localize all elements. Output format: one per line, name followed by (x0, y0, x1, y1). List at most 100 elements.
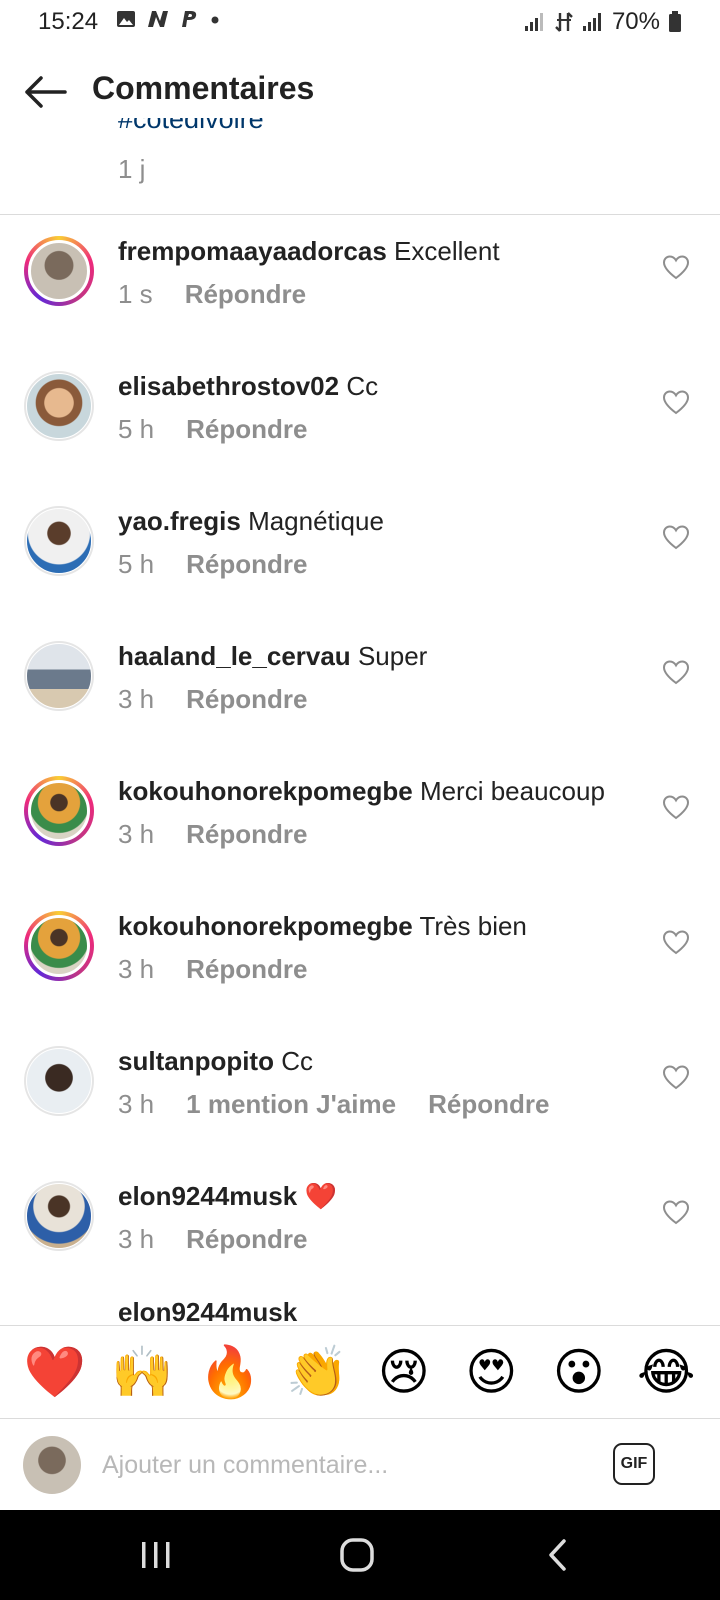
arrow-left-icon (25, 76, 67, 108)
back-nav-button[interactable] (528, 1532, 588, 1578)
comment-username[interactable]: kokouhonorekpomegbe (118, 911, 413, 941)
comment-username[interactable]: sultanpopito (118, 1046, 274, 1076)
comment-username[interactable]: kokouhonorekpomegbe (118, 776, 413, 806)
comment-text: elisabethrostov02 Cc (118, 371, 378, 402)
avatar-wrapper[interactable] (24, 641, 94, 711)
like-heart-icon[interactable] (662, 1064, 690, 1090)
comment-time: 1 s (118, 279, 153, 309)
signal-icon (524, 13, 543, 31)
avatar-wrapper[interactable] (24, 506, 94, 576)
gif-button[interactable]: GIF (613, 1443, 655, 1485)
home-button[interactable] (327, 1532, 387, 1578)
avatar-story-ring[interactable] (24, 776, 94, 846)
likes-count[interactable]: 1 mention J'aime (186, 1089, 396, 1120)
emoji-surprised-button[interactable]: 😮 (549, 1347, 609, 1397)
post-caption: #cotedivoire 1 j (0, 118, 720, 215)
comment-item: kokouhonorekpomegbe Merci beaucoup 3 h R… (0, 754, 720, 889)
comment-username[interactable]: elon9244musk (118, 1181, 297, 1211)
battery-percent: 70% (611, 8, 660, 35)
n-app-icon (148, 11, 168, 27)
avatar (26, 373, 92, 439)
page-title: Commentaires (92, 70, 315, 106)
system-status: 70% (524, 8, 682, 36)
avatar (26, 1048, 92, 1114)
like-heart-icon[interactable] (662, 659, 690, 685)
avatar-wrapper[interactable] (24, 1181, 94, 1251)
comment-meta: 1 s Répondre (118, 279, 306, 310)
comment-time: 3 h (118, 1224, 155, 1254)
comment-text: kokouhonorekpomegbe Merci beaucoup (118, 776, 605, 807)
caption-time: 1 j (118, 154, 146, 184)
comment-username[interactable]: frempomaayaadorcas (118, 236, 387, 266)
comment-time: 5 h (118, 549, 155, 579)
comment-item-partial: elon9244musk (0, 1289, 720, 1324)
caption-hashtag[interactable]: #cotedivoire (118, 118, 264, 135)
reply-button[interactable]: Répondre (186, 1224, 307, 1255)
p-app-icon (182, 11, 197, 27)
reply-button[interactable]: Répondre (186, 819, 307, 850)
avatar-wrapper[interactable] (24, 371, 94, 441)
reply-button[interactable]: Répondre (186, 414, 307, 445)
like-heart-icon[interactable] (662, 254, 690, 280)
comment-meta: 5 h Répondre (118, 549, 308, 580)
comment-text: haaland_le_cervau Super (118, 641, 427, 672)
comment-text: yao.fregis Magnétique (118, 506, 384, 537)
back-button[interactable] (18, 66, 72, 118)
reply-button[interactable]: Répondre (186, 954, 307, 985)
comment-item: frempomaayaadorcas Excellent 1 s Répondr… (0, 214, 720, 349)
like-heart-icon[interactable] (662, 929, 690, 955)
emoji-raising-hands-button[interactable]: 🙌 (111, 1347, 173, 1397)
recent-apps-button[interactable] (126, 1532, 186, 1578)
data-transfer-icon (555, 12, 573, 32)
like-heart-icon[interactable] (662, 389, 690, 415)
avatar-story-ring[interactable] (24, 911, 94, 981)
avatar (28, 240, 90, 302)
emoji-joy-button[interactable]: 😂 (636, 1347, 696, 1397)
avatar (28, 915, 90, 977)
avatar (26, 508, 92, 574)
comment-item: sultanpopito Cc 3 h 1 mention J'aime Rép… (0, 1024, 720, 1159)
comments-list[interactable]: frempomaayaadorcas Excellent 1 s Répondr… (0, 214, 720, 1324)
comment-text: kokouhonorekpomegbe Très bien (118, 911, 527, 942)
comment-item: elon9244musk ❤️ 3 h Répondre (0, 1159, 720, 1294)
comment-username[interactable]: elon9244musk (118, 1297, 297, 1324)
comment-text: elon9244musk ❤️ (118, 1181, 337, 1212)
comment-username[interactable]: elisabethrostov02 (118, 371, 339, 401)
reply-button[interactable]: Répondre (185, 279, 306, 310)
comment-meta: 3 h 1 mention J'aime Répondre (118, 1089, 549, 1120)
comment-username[interactable]: haaland_le_cervau (118, 641, 351, 671)
comment-item: elisabethrostov02 Cc 5 h Répondre (0, 349, 720, 484)
reply-button[interactable]: Répondre (186, 549, 307, 580)
comment-input[interactable] (100, 1441, 584, 1489)
comment-meta: 5 h Répondre (118, 414, 308, 445)
like-heart-icon[interactable] (662, 1199, 690, 1225)
current-user-avatar (23, 1436, 81, 1494)
system-nav-bar (0, 1510, 720, 1600)
comment-username[interactable]: yao.fregis (118, 506, 241, 536)
emoji-clap-button[interactable]: 👏 (286, 1347, 348, 1397)
comment-body: Cc (346, 371, 379, 401)
comment-time: 3 h (118, 1089, 155, 1119)
comment-time: 5 h (118, 414, 155, 444)
comment-meta: 3 h Répondre (118, 954, 308, 985)
comment-body: ❤️ (304, 1181, 337, 1211)
home-icon (340, 1538, 374, 1572)
emoji-fire-button[interactable]: 🔥 (199, 1347, 261, 1397)
emoji-crying-button[interactable]: 😢 (374, 1347, 434, 1397)
comment-meta: 3 h Répondre (118, 684, 308, 715)
comment-text: frempomaayaadorcas Excellent (118, 236, 500, 267)
dot-icon (211, 16, 219, 24)
like-heart-icon[interactable] (662, 794, 690, 820)
comment-text: sultanpopito Cc (118, 1046, 313, 1077)
emoji-heart-eyes-button[interactable]: 😍 (461, 1347, 521, 1397)
emoji-heart-button[interactable]: ❤️ (24, 1347, 86, 1397)
avatar-story-ring[interactable] (24, 236, 94, 306)
reply-button[interactable]: Répondre (428, 1089, 549, 1120)
comment-body: Super (357, 641, 428, 671)
avatar-wrapper[interactable] (24, 1046, 94, 1116)
like-heart-icon[interactable] (662, 524, 690, 550)
avatar (28, 780, 90, 842)
avatar (26, 1183, 92, 1249)
reply-button[interactable]: Répondre (186, 684, 307, 715)
emoji-quick-bar: ❤️ 🙌 🔥 👏 😢 😍 😮 😂 (0, 1325, 720, 1419)
